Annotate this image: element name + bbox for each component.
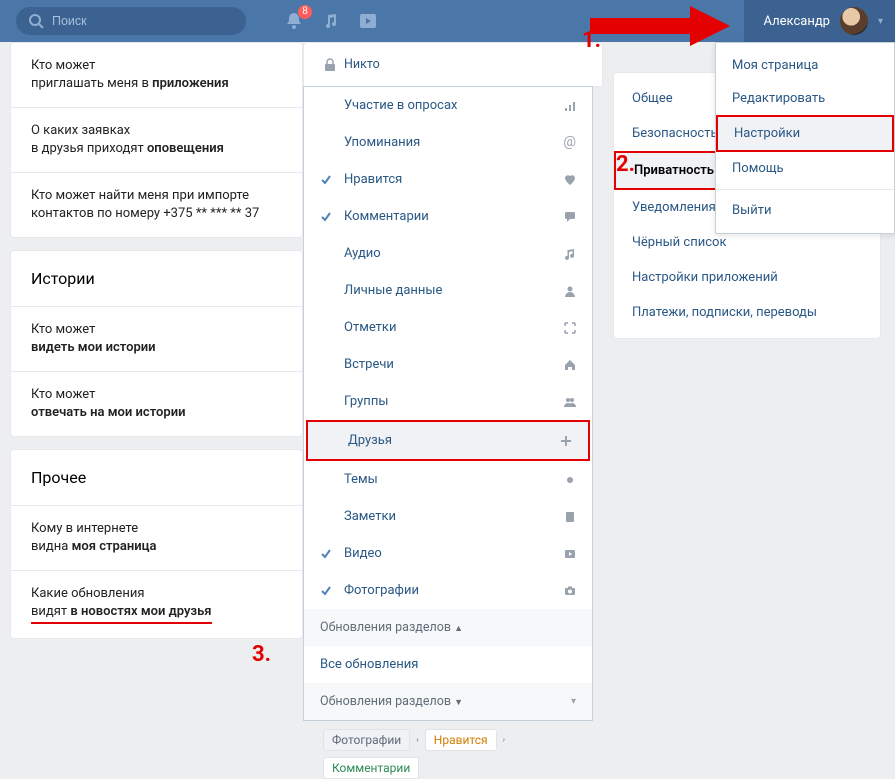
- setting-page-visibility[interactable]: Кому в интернете видна моя страница: [11, 505, 302, 570]
- setting-app-invites[interactable]: Кто может приглашать меня в приложения: [11, 43, 302, 107]
- check-icon: [320, 548, 332, 560]
- notification-badge: 8: [298, 5, 312, 19]
- setting-find-by-number[interactable]: Кто может найти меня при импорте контакт…: [11, 172, 302, 237]
- video-icon[interactable]: [358, 12, 378, 30]
- tag-like[interactable]: Нравится: [425, 729, 497, 751]
- video-icon: [564, 548, 576, 560]
- dropdown-item-3[interactable]: Комментарии: [304, 198, 592, 235]
- check-icon: [320, 211, 332, 223]
- dropdown-item-0[interactable]: Участие в опросах: [304, 87, 592, 124]
- setting-reply-stories[interactable]: Кто может отвечать на мои истории: [11, 371, 302, 436]
- chevron-down-icon: ▾: [878, 16, 883, 27]
- section-title-other: Прочее: [11, 450, 302, 505]
- user-menu-edit[interactable]: Редактировать: [716, 82, 894, 115]
- dropdown-item-label: Фотографии: [344, 583, 419, 598]
- dropdown-item-6[interactable]: Отметки: [304, 309, 592, 346]
- dropdown-item-label: Аудио: [344, 246, 381, 261]
- user-menu-logout[interactable]: Выйти: [716, 194, 894, 227]
- setting-see-stories[interactable]: Кто может видеть мои истории: [11, 306, 302, 371]
- dropdown-item-label: Встречи: [344, 357, 394, 372]
- dropdown-item-label: Нравится: [344, 172, 402, 187]
- user-menu-help[interactable]: Помощь: [716, 152, 894, 185]
- dropdown-item-label: Группы: [344, 394, 388, 409]
- dropdown-item-5[interactable]: Личные данные: [304, 272, 592, 309]
- dropdown-subhead-1[interactable]: Обновления разделов ▲: [304, 609, 592, 646]
- search-wrap: [16, 7, 246, 35]
- expand-icon: [564, 322, 576, 334]
- dropdown-item-2[interactable]: Нравится: [304, 161, 592, 198]
- setting-news-updates[interactable]: Какие обновления видят в новостях мои др…: [11, 570, 302, 638]
- settings-block-other: Прочее Кому в интернете видна моя страни…: [10, 449, 303, 639]
- section-title-stories: Истории: [11, 251, 302, 306]
- person-icon: [564, 285, 576, 297]
- user-menu-settings[interactable]: Настройки: [716, 115, 894, 152]
- updates-dropdown: Участие в опросах Упоминания @ Нравится Комм…: [303, 86, 593, 721]
- music-icon: [564, 248, 576, 260]
- group-icon: [564, 396, 576, 408]
- setting-friend-requests[interactable]: О каких заявках в друзья приходят оповещ…: [11, 107, 302, 172]
- annotation-arrow: [590, 6, 730, 46]
- annotation-1: 1.: [582, 28, 601, 53]
- user-menu: Моя страница Редактировать Настройки Пом…: [715, 42, 895, 234]
- music-icon[interactable]: [322, 12, 340, 30]
- check-icon: [320, 174, 332, 186]
- dropdown-item-label: Участие в опросах: [344, 98, 457, 113]
- plus-icon: [560, 435, 572, 447]
- comment-icon: [564, 211, 576, 223]
- dot-icon: [564, 474, 576, 486]
- at-icon: @: [563, 135, 576, 150]
- sidebar-app-settings[interactable]: Настройки приложений: [614, 260, 880, 295]
- dropdown-item-12[interactable]: Видео: [304, 535, 592, 572]
- settings-block-stories: Истории Кто может видеть мои истории Кто…: [10, 250, 303, 437]
- header-icons: 8: [284, 11, 378, 31]
- dropdown-all-updates[interactable]: Все обновления: [304, 646, 592, 683]
- sidebar-payments[interactable]: Платежи, подписки, переводы: [614, 295, 880, 330]
- user-name: Александр: [764, 14, 830, 29]
- tag-comment[interactable]: Комментарии: [323, 757, 419, 779]
- privacy-value-nobody[interactable]: Никто: [303, 42, 603, 87]
- dropdown-item-9[interactable]: Друзья: [308, 422, 588, 459]
- heart-icon: [564, 174, 576, 186]
- search-icon: [28, 13, 44, 29]
- dropdown-item-label: Комментарии: [344, 209, 429, 224]
- note-icon: [564, 511, 576, 523]
- left-column: Кто может приглашать меня в приложения О…: [0, 42, 303, 779]
- dropdown-item-label: Личные данные: [344, 283, 442, 298]
- dropdown-item-label: Видео: [344, 546, 382, 561]
- dropdown-subhead-2[interactable]: Обновления разделов ▼▾: [304, 683, 592, 720]
- dropdown-item-label: Друзья: [348, 433, 392, 448]
- user-menu-divider: [716, 189, 894, 190]
- dropdown-item-11[interactable]: Заметки: [304, 498, 592, 535]
- dropdown-item-label: Отметки: [344, 320, 396, 335]
- dropdown-item-7[interactable]: Встречи: [304, 346, 592, 383]
- check-icon: [320, 585, 332, 597]
- dropdown-item-1[interactable]: Упоминания @: [304, 124, 592, 161]
- dropdown-item-4[interactable]: Аудио: [304, 235, 592, 272]
- tags-row: Фотографии, Нравится, Комментарии: [303, 721, 603, 779]
- dropdown-item-label: Упоминания: [344, 135, 420, 150]
- bars-icon: [564, 100, 576, 112]
- avatar: [840, 7, 868, 35]
- camera-icon: [564, 585, 576, 597]
- dropdown-item-13[interactable]: Фотографии: [304, 572, 592, 609]
- dropdown-item-10[interactable]: Темы: [304, 461, 592, 498]
- annotation-3: 3.: [252, 642, 271, 667]
- tag-photos[interactable]: Фотографии: [323, 729, 410, 751]
- user-menu-my-page[interactable]: Моя страница: [716, 49, 894, 82]
- settings-block-1: Кто может приглашать меня в приложения О…: [10, 42, 303, 238]
- search-input[interactable]: [16, 7, 246, 35]
- nobody-label: Никто: [344, 57, 380, 72]
- middle-column: Никто Участие в опросах Упоминания @ Нравит…: [303, 42, 603, 779]
- dropdown-item-label: Темы: [344, 472, 378, 487]
- house-icon: [564, 359, 576, 371]
- lock-icon: [324, 58, 336, 72]
- user-button[interactable]: Александр ▾: [744, 0, 895, 42]
- dropdown-item-label: Заметки: [344, 509, 396, 524]
- header-bar: 8 Александр ▾: [0, 0, 895, 42]
- notification-icon[interactable]: 8: [284, 11, 304, 31]
- dropdown-item-8[interactable]: Группы: [304, 383, 592, 420]
- annotation-2: 2.: [616, 152, 635, 177]
